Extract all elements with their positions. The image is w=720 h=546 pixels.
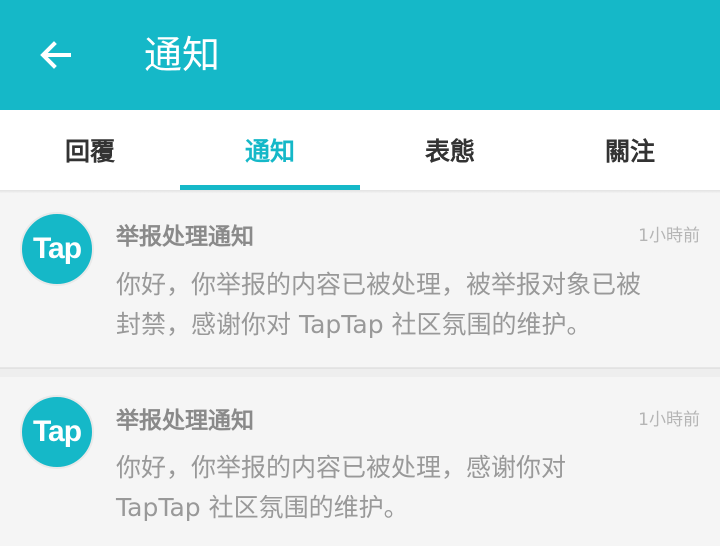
- avatar-logo-text: Tap: [32, 232, 82, 265]
- notification-item[interactable]: Tap 举报处理通知 1小時前 你好，你举报的内容已被处理，被举报对象已被 封禁…: [0, 193, 720, 368]
- notification-body: 你好，你举报的内容已被处理，被举报对象已被 封禁，感谢你对 TapTap 社区氛…: [116, 265, 696, 345]
- avatar-logo-text: Tap: [32, 415, 82, 448]
- notification-title: 举报处理通知: [116, 224, 254, 250]
- notification-body: 你好，你举报的内容已被处理，感谢你对 TapTap 社区氛围的维护。: [116, 448, 696, 528]
- tab-replies-label: 回覆: [64, 137, 115, 166]
- notification-body-line: TapTap 社区氛围的维护。: [116, 493, 409, 522]
- notification-time: 1小時前: [638, 410, 700, 430]
- notification-time: 1小時前: [638, 226, 700, 246]
- notification-title: 举报处理通知: [116, 408, 254, 434]
- notification-item[interactable]: Tap 举报处理通知 1小時前 你好，你举报的内容已被处理，感谢你对 TapTa…: [0, 377, 720, 546]
- arrow-left-icon: [40, 41, 71, 69]
- notification-body-line: 你好，你举报的内容已被处理，被举报对象已被: [116, 270, 642, 299]
- notification-body-line: 封禁，感谢你对 TapTap 社区氛围的维护。: [116, 310, 592, 339]
- notification-body-line: 你好，你举报的内容已被处理，感谢你对: [116, 453, 567, 482]
- tab-reactions-label: 表態: [424, 137, 475, 166]
- tab-follows[interactable]: 關注: [540, 110, 720, 190]
- taptap-avatar: Tap: [20, 212, 94, 286]
- active-tab-indicator: [180, 185, 360, 190]
- back-button[interactable]: [36, 35, 76, 75]
- taptap-avatar: Tap: [20, 395, 94, 469]
- tab-bar: 回覆 通知 表態 關注: [0, 110, 720, 190]
- app-header: 通知: [0, 0, 720, 110]
- tab-reactions[interactable]: 表態: [360, 110, 540, 190]
- app-root: 通知 回覆 通知 表態 關注 Tap 举报处理通知 1小時前 你好，你举报的内容…: [0, 0, 720, 546]
- item-separator: [0, 368, 720, 377]
- tab-notifications-label: 通知: [244, 137, 295, 166]
- page-title: 通知: [144, 33, 221, 77]
- tab-follows-label: 關注: [604, 137, 655, 166]
- tab-replies[interactable]: 回覆: [0, 110, 180, 190]
- tab-notifications[interactable]: 通知: [180, 110, 360, 190]
